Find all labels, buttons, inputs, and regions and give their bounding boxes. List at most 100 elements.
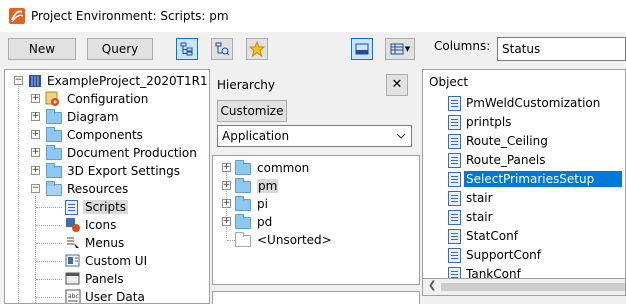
- object-column-header[interactable]: Object: [429, 75, 468, 89]
- columns-input[interactable]: Status: [497, 37, 626, 61]
- object-list-item[interactable]: Route_Ceiling: [423, 132, 623, 150]
- panels-icon: [65, 272, 80, 285]
- object-list-item[interactable]: SelectPrimariesSetup: [423, 170, 623, 188]
- tree-item-label: Components: [67, 128, 143, 142]
- scroll-left-icon[interactable]: ❮: [428, 280, 436, 291]
- object-list-item[interactable]: printpls: [423, 113, 623, 131]
- tree-item-label: Icons: [85, 218, 117, 232]
- script-file-icon: [448, 115, 461, 130]
- empty-folder-icon: [235, 232, 251, 247]
- query-button[interactable]: Query: [87, 38, 153, 60]
- object-list-item[interactable]: stair: [423, 189, 623, 207]
- collapse-icon[interactable]: −: [31, 184, 40, 193]
- tree-item-label: pm: [257, 179, 279, 193]
- object-items: PmWeldCustomization printpls Route_Ceiling…: [423, 92, 625, 278]
- filter-icon: [215, 42, 230, 56]
- menus-icon: [67, 237, 79, 248]
- tree-item-label: pi: [257, 197, 268, 211]
- chevron-down-icon: [396, 133, 406, 139]
- script-file-icon: [448, 267, 461, 278]
- tree-item-label: 3D Export Settings: [67, 164, 181, 178]
- tree-item-label: Menus: [85, 236, 125, 250]
- scripts-icon: [65, 200, 78, 215]
- folder-icon: [46, 109, 62, 124]
- app-logo-icon: [9, 8, 25, 24]
- tree-item-label: Configuration: [67, 92, 149, 106]
- object-item-label: PmWeldCustomization: [466, 96, 601, 110]
- tree-item-label: pd: [257, 215, 273, 229]
- expand-icon[interactable]: +: [31, 130, 40, 139]
- view-options-dropdown[interactable]: ▼: [385, 38, 415, 60]
- object-item-label: stair: [466, 191, 493, 205]
- script-file-icon: [448, 96, 461, 111]
- script-file-icon: [448, 210, 461, 225]
- tree-item-label: common: [257, 161, 310, 175]
- object-item-label: TankConf: [466, 267, 521, 278]
- title-bar: Project Environment: Scripts: pm: [0, 0, 626, 32]
- close-hierarchy-button[interactable]: ✕: [386, 74, 408, 96]
- object-list-item[interactable]: stair: [423, 208, 623, 226]
- object-list-item[interactable]: PmWeldCustomization: [423, 94, 623, 112]
- object-item-label: StatConf: [466, 229, 518, 243]
- expand-icon[interactable]: +: [31, 94, 40, 103]
- object-list-item[interactable]: SupportConf: [423, 246, 623, 264]
- hierarchy-dropdown[interactable]: Application: [217, 125, 412, 147]
- horizontal-scrollbar[interactable]: ❮: [422, 279, 626, 296]
- project-tree: − ExampleProject_2020T1R1.lib + Configur…: [4, 69, 210, 304]
- object-item-label: SelectPrimariesSetup: [464, 171, 622, 187]
- customize-button[interactable]: Customize: [217, 100, 287, 122]
- toolbar: New Query ▼ Columns: Status: [0, 32, 626, 66]
- favorites-button[interactable]: [246, 38, 268, 60]
- script-file-icon: [448, 134, 461, 149]
- panel-layout-icon: [355, 43, 369, 55]
- hierarchy-label: Hierarchy: [217, 78, 276, 92]
- tree-item-label: User Data: [85, 290, 145, 304]
- tree-item-label: Panels: [85, 272, 124, 286]
- dropdown-value: Application: [222, 129, 290, 143]
- hierarchy-lower-area: [212, 291, 420, 304]
- object-item-label: Route_Ceiling: [466, 134, 548, 148]
- tree-item-label: Diagram: [67, 110, 119, 124]
- folder-icon: [46, 145, 62, 160]
- folder-icon: [235, 214, 251, 229]
- collapse-icon[interactable]: −: [14, 76, 23, 85]
- project-library-icon: [29, 75, 41, 87]
- object-list-item[interactable]: TankConf: [423, 265, 623, 278]
- tree-item-label: Document Production: [67, 146, 197, 160]
- new-button[interactable]: New: [8, 38, 76, 60]
- expand-icon[interactable]: +: [222, 199, 231, 208]
- grid-view-icon: [390, 43, 404, 55]
- icons-icon: [66, 218, 80, 232]
- tree-item-label: <Unsorted>: [257, 233, 332, 247]
- folder-icon: [235, 196, 251, 211]
- configuration-icon: [45, 91, 59, 106]
- object-list-item[interactable]: Route_Panels: [423, 151, 623, 169]
- object-item-label: printpls: [466, 115, 512, 129]
- script-file-icon: [448, 191, 461, 206]
- object-panel: Object PmWeldCustomization printpls Route_…: [422, 69, 626, 304]
- window-title: Project Environment: Scripts: pm: [31, 9, 229, 23]
- expand-icon[interactable]: +: [222, 181, 231, 190]
- filter-button[interactable]: [211, 38, 233, 60]
- script-file-icon: [448, 153, 461, 168]
- expand-icon[interactable]: +: [222, 217, 231, 226]
- hierarchy-toggle-button[interactable]: [176, 38, 198, 60]
- script-file-icon: [448, 229, 461, 244]
- object-list-item[interactable]: StatConf: [423, 227, 623, 245]
- tree-item-label: Custom UI: [85, 254, 148, 268]
- expand-icon[interactable]: +: [31, 148, 40, 157]
- expand-icon[interactable]: +: [222, 163, 231, 172]
- object-item-label: Route_Panels: [466, 153, 546, 167]
- star-icon: [249, 41, 265, 57]
- custom-ui-icon: [65, 254, 80, 267]
- folder-open-icon: [46, 181, 62, 196]
- expand-icon[interactable]: +: [31, 166, 40, 175]
- layout-toggle-button[interactable]: [351, 38, 373, 60]
- expand-icon[interactable]: +: [31, 112, 40, 121]
- script-file-icon: [448, 248, 461, 263]
- object-item-label: stair: [466, 210, 493, 224]
- columns-label: Columns:: [434, 39, 491, 53]
- scrollbar-thumb[interactable]: [441, 283, 625, 291]
- svg-text:abc: abc: [68, 293, 79, 300]
- tree-item-label: ExampleProject_2020T1R1.lib: [47, 74, 210, 88]
